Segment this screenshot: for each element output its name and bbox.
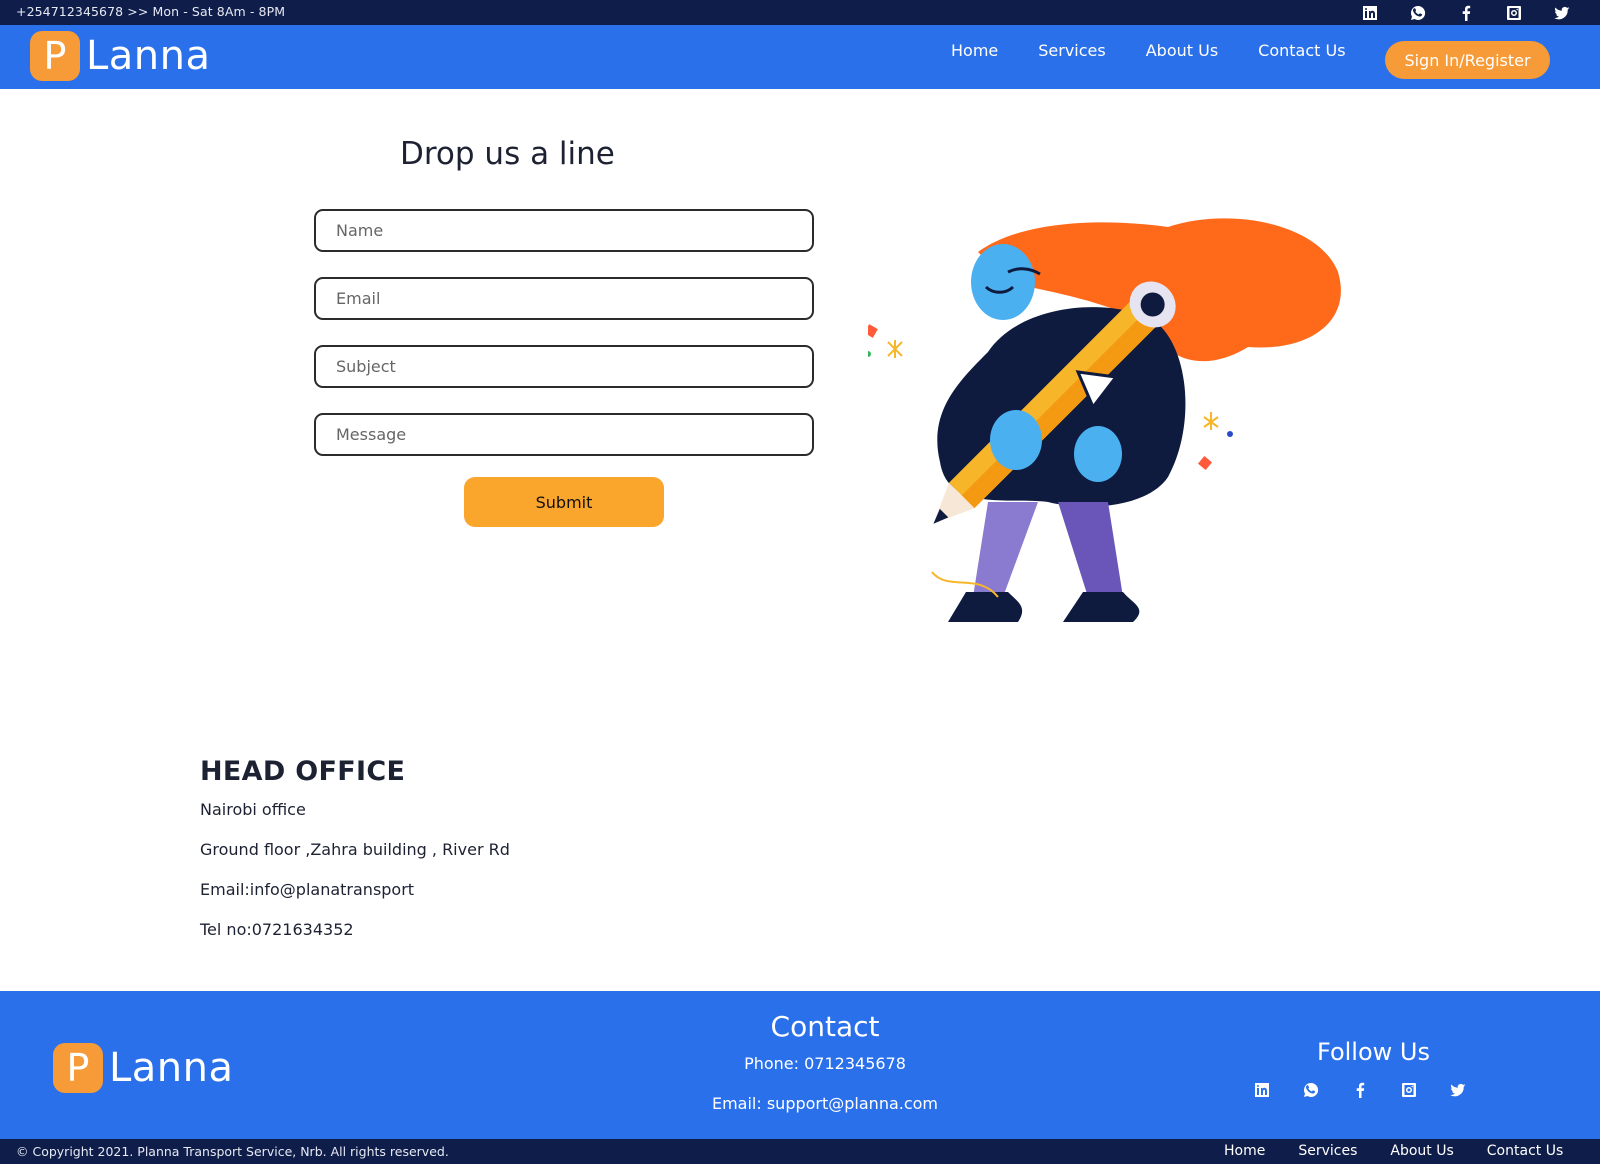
logo-badge: P — [30, 31, 80, 81]
logo-text: Lanna — [86, 33, 211, 79]
instagram-icon[interactable] — [1399, 1080, 1419, 1100]
subject-input[interactable] — [314, 345, 814, 388]
brand-logo[interactable]: P Lanna — [30, 31, 211, 81]
facebook-icon[interactable] — [1350, 1080, 1370, 1100]
submit-button[interactable]: Submit — [464, 477, 664, 527]
footer-nav-home[interactable]: Home — [1224, 1143, 1265, 1159]
footer-nav-contact-us[interactable]: Contact Us — [1487, 1143, 1563, 1159]
head-office-title: HEAD OFFICE — [200, 756, 406, 787]
nav-home[interactable]: Home — [951, 41, 998, 60]
copyright-text: © Copyright 2021. Planna Transport Servi… — [16, 1144, 449, 1159]
contact-hours-text: +254712345678 >> Mon - Sat 8Am - 8PM — [16, 4, 286, 19]
main-nav: Home Services About Us Contact Us — [951, 41, 1386, 60]
office-address: Ground floor ,Zahra building , River Rd — [200, 840, 510, 859]
nav-about-us[interactable]: About Us — [1146, 41, 1218, 60]
facebook-icon[interactable] — [1456, 3, 1476, 23]
nav-contact-us[interactable]: Contact Us — [1258, 41, 1345, 60]
linkedin-icon[interactable] — [1252, 1080, 1272, 1100]
instagram-icon[interactable] — [1504, 3, 1524, 23]
twitter-icon[interactable] — [1552, 3, 1572, 23]
office-email: Email:info@planatransport — [200, 880, 415, 899]
form-title: Drop us a line — [400, 136, 615, 172]
main-header: P Lanna Home Services About Us Contact U… — [0, 25, 1600, 89]
office-phone: Tel no:0721634352 — [200, 920, 354, 939]
top-info-bar: +254712345678 >> Mon - Sat 8Am - 8PM — [0, 0, 1600, 25]
email-input[interactable] — [314, 277, 814, 320]
footer-social-links — [1252, 1080, 1497, 1100]
linkedin-icon[interactable] — [1360, 3, 1380, 23]
message-input[interactable] — [314, 413, 814, 456]
follow-us-title: Follow Us — [1317, 1038, 1430, 1066]
footer-nav-about-us[interactable]: About Us — [1390, 1143, 1453, 1159]
name-input[interactable] — [314, 209, 814, 252]
site-footer: P Lanna Contact Phone: 0712345678 Email:… — [0, 991, 1600, 1139]
twitter-icon[interactable] — [1448, 1080, 1468, 1100]
whatsapp-icon[interactable] — [1301, 1080, 1321, 1100]
footer-nav: Home Services About Us Contact Us — [1224, 1143, 1596, 1159]
nav-services[interactable]: Services — [1038, 41, 1105, 60]
footer-nav-services[interactable]: Services — [1298, 1143, 1357, 1159]
top-social-links — [1332, 3, 1572, 23]
sign-in-register-button[interactable]: Sign In/Register — [1385, 41, 1550, 79]
bottom-bar: © Copyright 2021. Planna Transport Servi… — [0, 1139, 1600, 1164]
whatsapp-icon[interactable] — [1408, 3, 1428, 23]
woman-with-pencil-illustration — [868, 218, 1341, 622]
office-name: Nairobi office — [200, 800, 306, 819]
